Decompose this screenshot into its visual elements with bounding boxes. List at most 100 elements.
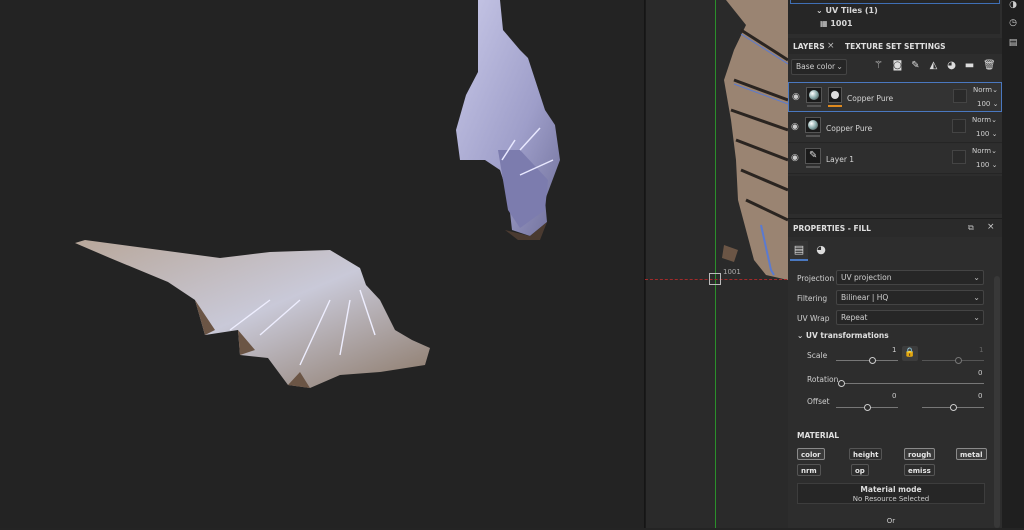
material-mode-box[interactable]: Material mode No Resource Selected xyxy=(797,483,985,504)
layer-row[interactable]: ◉ Copper Pure Norm⌄ 100 ⌄ xyxy=(788,113,1002,143)
layer-name[interactable]: Copper Pure xyxy=(847,94,893,103)
rotation-label: Rotation xyxy=(807,375,839,384)
layer-thumbnail: ✎ xyxy=(805,148,821,164)
tab-texture-set-settings[interactable]: TEXTURE SET SETTINGS xyxy=(845,42,946,51)
rotation-slider[interactable] xyxy=(840,383,984,384)
chevron-down-icon: ⌄ xyxy=(973,293,980,302)
uv-texture-render xyxy=(722,0,788,280)
channel-nrm-button[interactable]: nrm xyxy=(797,464,821,476)
close-icon[interactable]: × xyxy=(827,41,835,51)
uv-transformations-header[interactable]: ⌄ UV transformations xyxy=(797,331,889,340)
channel-op-button[interactable]: op xyxy=(851,464,869,476)
opacity-value[interactable]: 100 ⌄ xyxy=(976,161,997,169)
scale-u-value: 1 xyxy=(892,346,897,354)
uv-tile-item[interactable]: ▦ 1001 xyxy=(820,19,853,28)
scale-u-knob[interactable] xyxy=(869,357,876,364)
scale-u-slider[interactable] xyxy=(836,360,898,361)
tab-layers[interactable]: LAYERS xyxy=(793,42,825,51)
scale-v-value: 1 xyxy=(979,346,984,354)
right-panel: ⌄ UV Tiles (1) ▦ 1001 LAYERS × TEXTURE S… xyxy=(788,0,1002,528)
layer-name[interactable]: Layer 1 xyxy=(826,155,854,164)
material-mode-title: Material mode xyxy=(860,485,922,494)
undock-icon[interactable]: ⧉ xyxy=(968,223,974,233)
channel-metal-button[interactable]: metal xyxy=(956,448,987,460)
display-settings-icon[interactable]: ◑ xyxy=(1008,0,1018,10)
3d-viewport[interactable] xyxy=(0,0,644,528)
uv-tile-item-label: 1001 xyxy=(830,19,853,28)
uv-tiles-panel: ⌄ UV Tiles (1) ▦ 1001 xyxy=(788,0,1000,34)
properties-tabs: ▤ ◕ xyxy=(788,238,1002,262)
layer-thumb-bar xyxy=(806,166,820,168)
uv-wrap-label: UV Wrap xyxy=(797,314,830,323)
blend-indicator xyxy=(953,89,967,103)
fill-bucket-icon[interactable]: ◭ xyxy=(928,60,939,71)
paint-brush-icon[interactable]: ✎ xyxy=(910,60,921,71)
blend-mode-select[interactable]: Norm⌄ xyxy=(973,86,998,94)
layer-row[interactable]: ◉ Copper Pure Norm⌄ 100 ⌄ xyxy=(788,82,1002,112)
properties-scrollbar[interactable] xyxy=(994,276,1000,528)
layer-toolbar: Base color ⌄ ⚚ ◙ ✎ ◭ ◕ ▬ 🗑 xyxy=(788,56,1002,78)
eye-icon[interactable]: ◉ xyxy=(791,154,801,163)
uv-tiles-header-label: UV Tiles (1) xyxy=(825,6,878,15)
channel-emiss-button[interactable]: emiss xyxy=(904,464,935,476)
scale-v-knob[interactable] xyxy=(955,357,962,364)
add-mask-icon[interactable]: ◙ xyxy=(892,60,903,71)
uv-tile-marker[interactable] xyxy=(709,273,721,285)
channel-color-button[interactable]: color xyxy=(797,448,825,460)
material-tab-icon[interactable]: ◕ xyxy=(812,241,830,259)
filtering-value: Bilinear | HQ xyxy=(841,293,889,302)
channel-rough-button[interactable]: rough xyxy=(904,448,936,460)
uv-v-axis xyxy=(715,0,716,528)
layer-mask-thumbnail[interactable] xyxy=(828,87,842,103)
folder-icon[interactable]: ▬ xyxy=(964,60,975,71)
uv-tiles-header[interactable]: ⌄ UV Tiles (1) xyxy=(816,6,878,15)
channel-select[interactable]: Base color ⌄ xyxy=(791,59,847,75)
layers-tabbar: LAYERS × TEXTURE SET SETTINGS xyxy=(788,38,1002,54)
layers-empty-area[interactable] xyxy=(788,176,1002,214)
layer-thumbnail xyxy=(806,87,822,103)
offset-u-knob[interactable] xyxy=(864,404,871,411)
projection-value: UV projection xyxy=(841,273,892,282)
2d-uv-viewport[interactable] xyxy=(645,0,788,528)
uv-tiles-selection-outline xyxy=(790,0,1000,4)
blend-mode-select[interactable]: Norm⌄ xyxy=(972,116,997,124)
close-icon[interactable]: × xyxy=(987,222,995,232)
smart-material-icon[interactable]: ◕ xyxy=(946,60,957,71)
filtering-select[interactable]: Bilinear | HQ ⌄ xyxy=(836,290,984,305)
layer-thumb-bar xyxy=(807,105,821,107)
layer-thumb-bar xyxy=(806,135,820,137)
projection-select[interactable]: UV projection ⌄ xyxy=(836,270,984,285)
eye-icon[interactable]: ◉ xyxy=(791,123,801,132)
log-icon[interactable]: ▤ xyxy=(1008,38,1018,48)
layer-name[interactable]: Copper Pure xyxy=(826,124,872,133)
layer-row[interactable]: ◉ ✎ Layer 1 Norm⌄ 100 ⌄ xyxy=(788,144,1002,174)
scale-label: Scale xyxy=(807,351,828,360)
filtering-label: Filtering xyxy=(797,294,828,303)
material-mode-value: No Resource Selected xyxy=(852,495,930,503)
effects-wand-icon[interactable]: ⚚ xyxy=(873,60,884,71)
lock-icon[interactable]: 🔒 xyxy=(902,346,918,361)
offset-label: Offset xyxy=(807,397,830,406)
channel-height-button[interactable]: height xyxy=(849,448,883,460)
rotation-value: 0 xyxy=(978,369,983,377)
chevron-down-icon: ⌄ xyxy=(816,6,826,15)
properties-body: Projection UV projection ⌄ Filtering Bili… xyxy=(788,264,994,528)
blend-mode-select[interactable]: Norm⌄ xyxy=(972,147,997,155)
channel-select-value: Base color xyxy=(796,62,836,71)
uv-wrap-value: Repeat xyxy=(841,313,868,322)
chevron-down-icon: ⌄ xyxy=(797,331,806,340)
3d-model-render xyxy=(75,0,560,388)
offset-v-value: 0 xyxy=(978,392,983,400)
opacity-value[interactable]: 100 ⌄ xyxy=(977,100,998,108)
scale-v-slider[interactable] xyxy=(922,360,984,361)
uv-wrap-select[interactable]: Repeat ⌄ xyxy=(836,310,984,325)
history-icon[interactable]: ◷ xyxy=(1008,18,1018,28)
eye-icon[interactable]: ◉ xyxy=(792,93,802,102)
trash-icon[interactable]: 🗑 xyxy=(983,60,996,71)
rotation-knob[interactable] xyxy=(838,380,845,387)
fill-settings-tab-icon[interactable]: ▤ xyxy=(790,241,808,261)
opacity-value[interactable]: 100 ⌄ xyxy=(976,130,997,138)
offset-u-value: 0 xyxy=(892,392,897,400)
chevron-down-icon: ⌄ xyxy=(973,313,980,322)
offset-v-knob[interactable] xyxy=(950,404,957,411)
